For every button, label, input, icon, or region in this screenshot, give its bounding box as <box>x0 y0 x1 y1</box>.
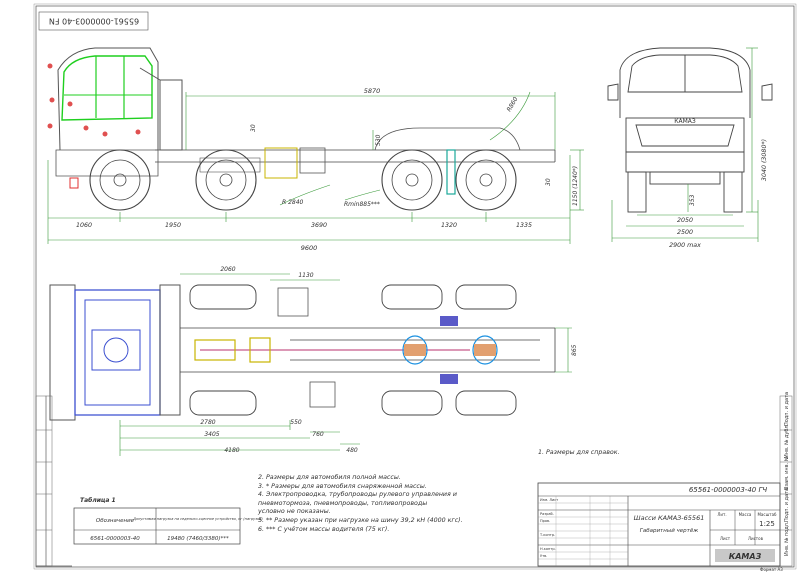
rear-fender <box>374 127 521 151</box>
cab <box>57 47 183 151</box>
note-2: 2. Размеры для автомобиля полной массы. <box>258 474 401 481</box>
wheel-4 <box>455 149 517 211</box>
side-label-0: Инв. № подл. <box>784 521 790 556</box>
grille-logo: КАМАЗ <box>674 118 696 125</box>
dim-axle-spacing-3: 1320 <box>441 222 457 229</box>
side-label-4: Подп. и дата <box>784 392 790 426</box>
table-1: Таблица 1 Обозначение Допустимая нагрузк… <box>73 497 263 545</box>
top-view: 2060 1130 865 2780 550 3405 760 4180 480… <box>49 266 620 456</box>
dim-rear-overhang: 1335 <box>516 222 532 229</box>
dim-total-height: 3040 (3080*) <box>761 139 768 181</box>
dim-550: 550 <box>290 419 302 426</box>
title-name: Шасси КАМАЗ-65561 <box>634 514 705 522</box>
note-5: 5. ** Размер указан при нагрузке на шину… <box>258 516 463 524</box>
top-battery <box>309 381 336 408</box>
fuel-tank <box>264 147 298 179</box>
role-3: Т.контр. <box>539 533 555 537</box>
note-4c: условно не показаны. <box>258 508 331 516</box>
top-fuel-tank <box>277 287 309 317</box>
front-cab <box>607 47 773 173</box>
top-cab <box>49 284 181 421</box>
dim-frame-note: Rmin885*** <box>344 201 380 208</box>
driveline <box>194 316 498 384</box>
right-side-stamp: Инв. № подл. Подп. и дата Взам. инв. № И… <box>779 392 793 567</box>
sheets-label: Листов <box>748 536 764 541</box>
dim-cab-to-frame: 1130 <box>298 272 313 279</box>
top-view-note: 1. Размеры для справок. <box>538 449 620 456</box>
note-3: 3. * Размеры для автомобиля снаряженной … <box>258 482 427 490</box>
table-title: Таблица 1 <box>80 497 116 504</box>
battery-box <box>299 147 326 174</box>
dim-front-overhang: 1060 <box>76 222 92 229</box>
table-cell-0-1: 19480 (7460/3380)*** <box>167 536 229 542</box>
dim-760: 760 <box>312 431 324 438</box>
tow-hook <box>69 177 79 189</box>
title-subtitle: Габаритный чертёж <box>640 528 698 534</box>
sheet-label: Лист <box>720 536 731 541</box>
dim-frame-width: 865 <box>571 344 578 356</box>
dim-4180: 4180 <box>224 447 239 454</box>
scale-label: Масштаб <box>757 512 777 517</box>
table-header-0: Обозначение <box>96 518 135 524</box>
side-label-2: Взам. инв. № <box>784 455 790 490</box>
note-6: 6. *** С учётом массы водителя (75 кг). <box>258 525 390 533</box>
dim-radius-note: R860 <box>506 96 520 113</box>
front-wheels <box>627 171 743 213</box>
wheel-3 <box>381 149 443 211</box>
dim-frame-offset: 30 <box>250 124 257 132</box>
dim-turn-radius: R 2840 <box>282 199 304 206</box>
note-4b: пневмотормоза, пневмопроводы, топливопро… <box>258 499 428 507</box>
top-stamp: 65561-0000003-40 FN <box>38 11 149 31</box>
front-view: КАМАЗ 3040 (3080*) 353 2050 2500 2900 ma… <box>607 47 773 249</box>
wheel-1 <box>89 149 151 211</box>
dim-frame-height: 1150 (1240*) <box>572 166 579 206</box>
top-stamp-text: 65561-0000003-40 FN <box>49 17 139 26</box>
dim-ground-clearance: 353 <box>689 194 696 206</box>
dim-track-inner: 2050 <box>677 217 693 224</box>
side-label-3: Инв. № дубл. <box>784 423 790 458</box>
dim-track-outer: 2500 <box>677 229 693 236</box>
company-logo: КАМАЗ <box>729 552 762 561</box>
side-view: 5870 30 R860 530 30 1060 1950 3690 1320 … <box>47 47 584 252</box>
note-4a: 4. Электропроводка, трубопроводы рулевог… <box>258 491 457 499</box>
cab-markers <box>47 63 141 137</box>
role-1: Разраб. <box>540 512 554 516</box>
dim-3405: 3405 <box>204 431 219 438</box>
dim-2780: 2780 <box>200 419 215 426</box>
table-header-1: Допустимая нагрузка на седельно-сцепное … <box>132 517 263 521</box>
role-5: Утв. <box>540 554 547 558</box>
dim-axle-spacing-1: 1950 <box>165 222 181 229</box>
balancer-bracket <box>446 149 456 195</box>
dim-front-height: 530 <box>375 134 382 146</box>
scale-value: 1:25 <box>759 520 775 528</box>
dim-cab-offset: 2060 <box>220 266 235 273</box>
general-notes: 2. Размеры для автомобиля полной массы. … <box>258 474 538 534</box>
bumper <box>55 149 159 177</box>
role-0: Изм. Лист <box>540 498 558 502</box>
table-cell-0-0: 6561-0000003-40 <box>90 536 140 542</box>
role-4: Н.контр. <box>540 547 556 551</box>
dim-wheelbase-top: 5870 <box>364 87 381 95</box>
role-2: Пров. <box>540 519 550 523</box>
lit-label: Лит. <box>717 512 726 517</box>
dim-overall-length: 9600 <box>301 244 318 252</box>
dim-max-width: 2900 max <box>669 242 701 249</box>
side-label-1: Подп. и дата <box>784 488 790 522</box>
dim-wheelbase-main: 3690 <box>311 222 327 229</box>
dim-rear-step: 30 <box>545 178 552 186</box>
dim-480: 480 <box>346 447 358 454</box>
title-block: 65561-0000003-40 ГЧ Шасси КАМАЗ-65561 Га… <box>537 482 783 572</box>
side-stamp <box>35 395 53 567</box>
doc-number: 65561-0000003-40 ГЧ <box>689 486 768 494</box>
mass-label: Масса <box>739 512 752 517</box>
format-label: Формат А3 <box>760 567 783 572</box>
wheel-2 <box>195 149 257 211</box>
